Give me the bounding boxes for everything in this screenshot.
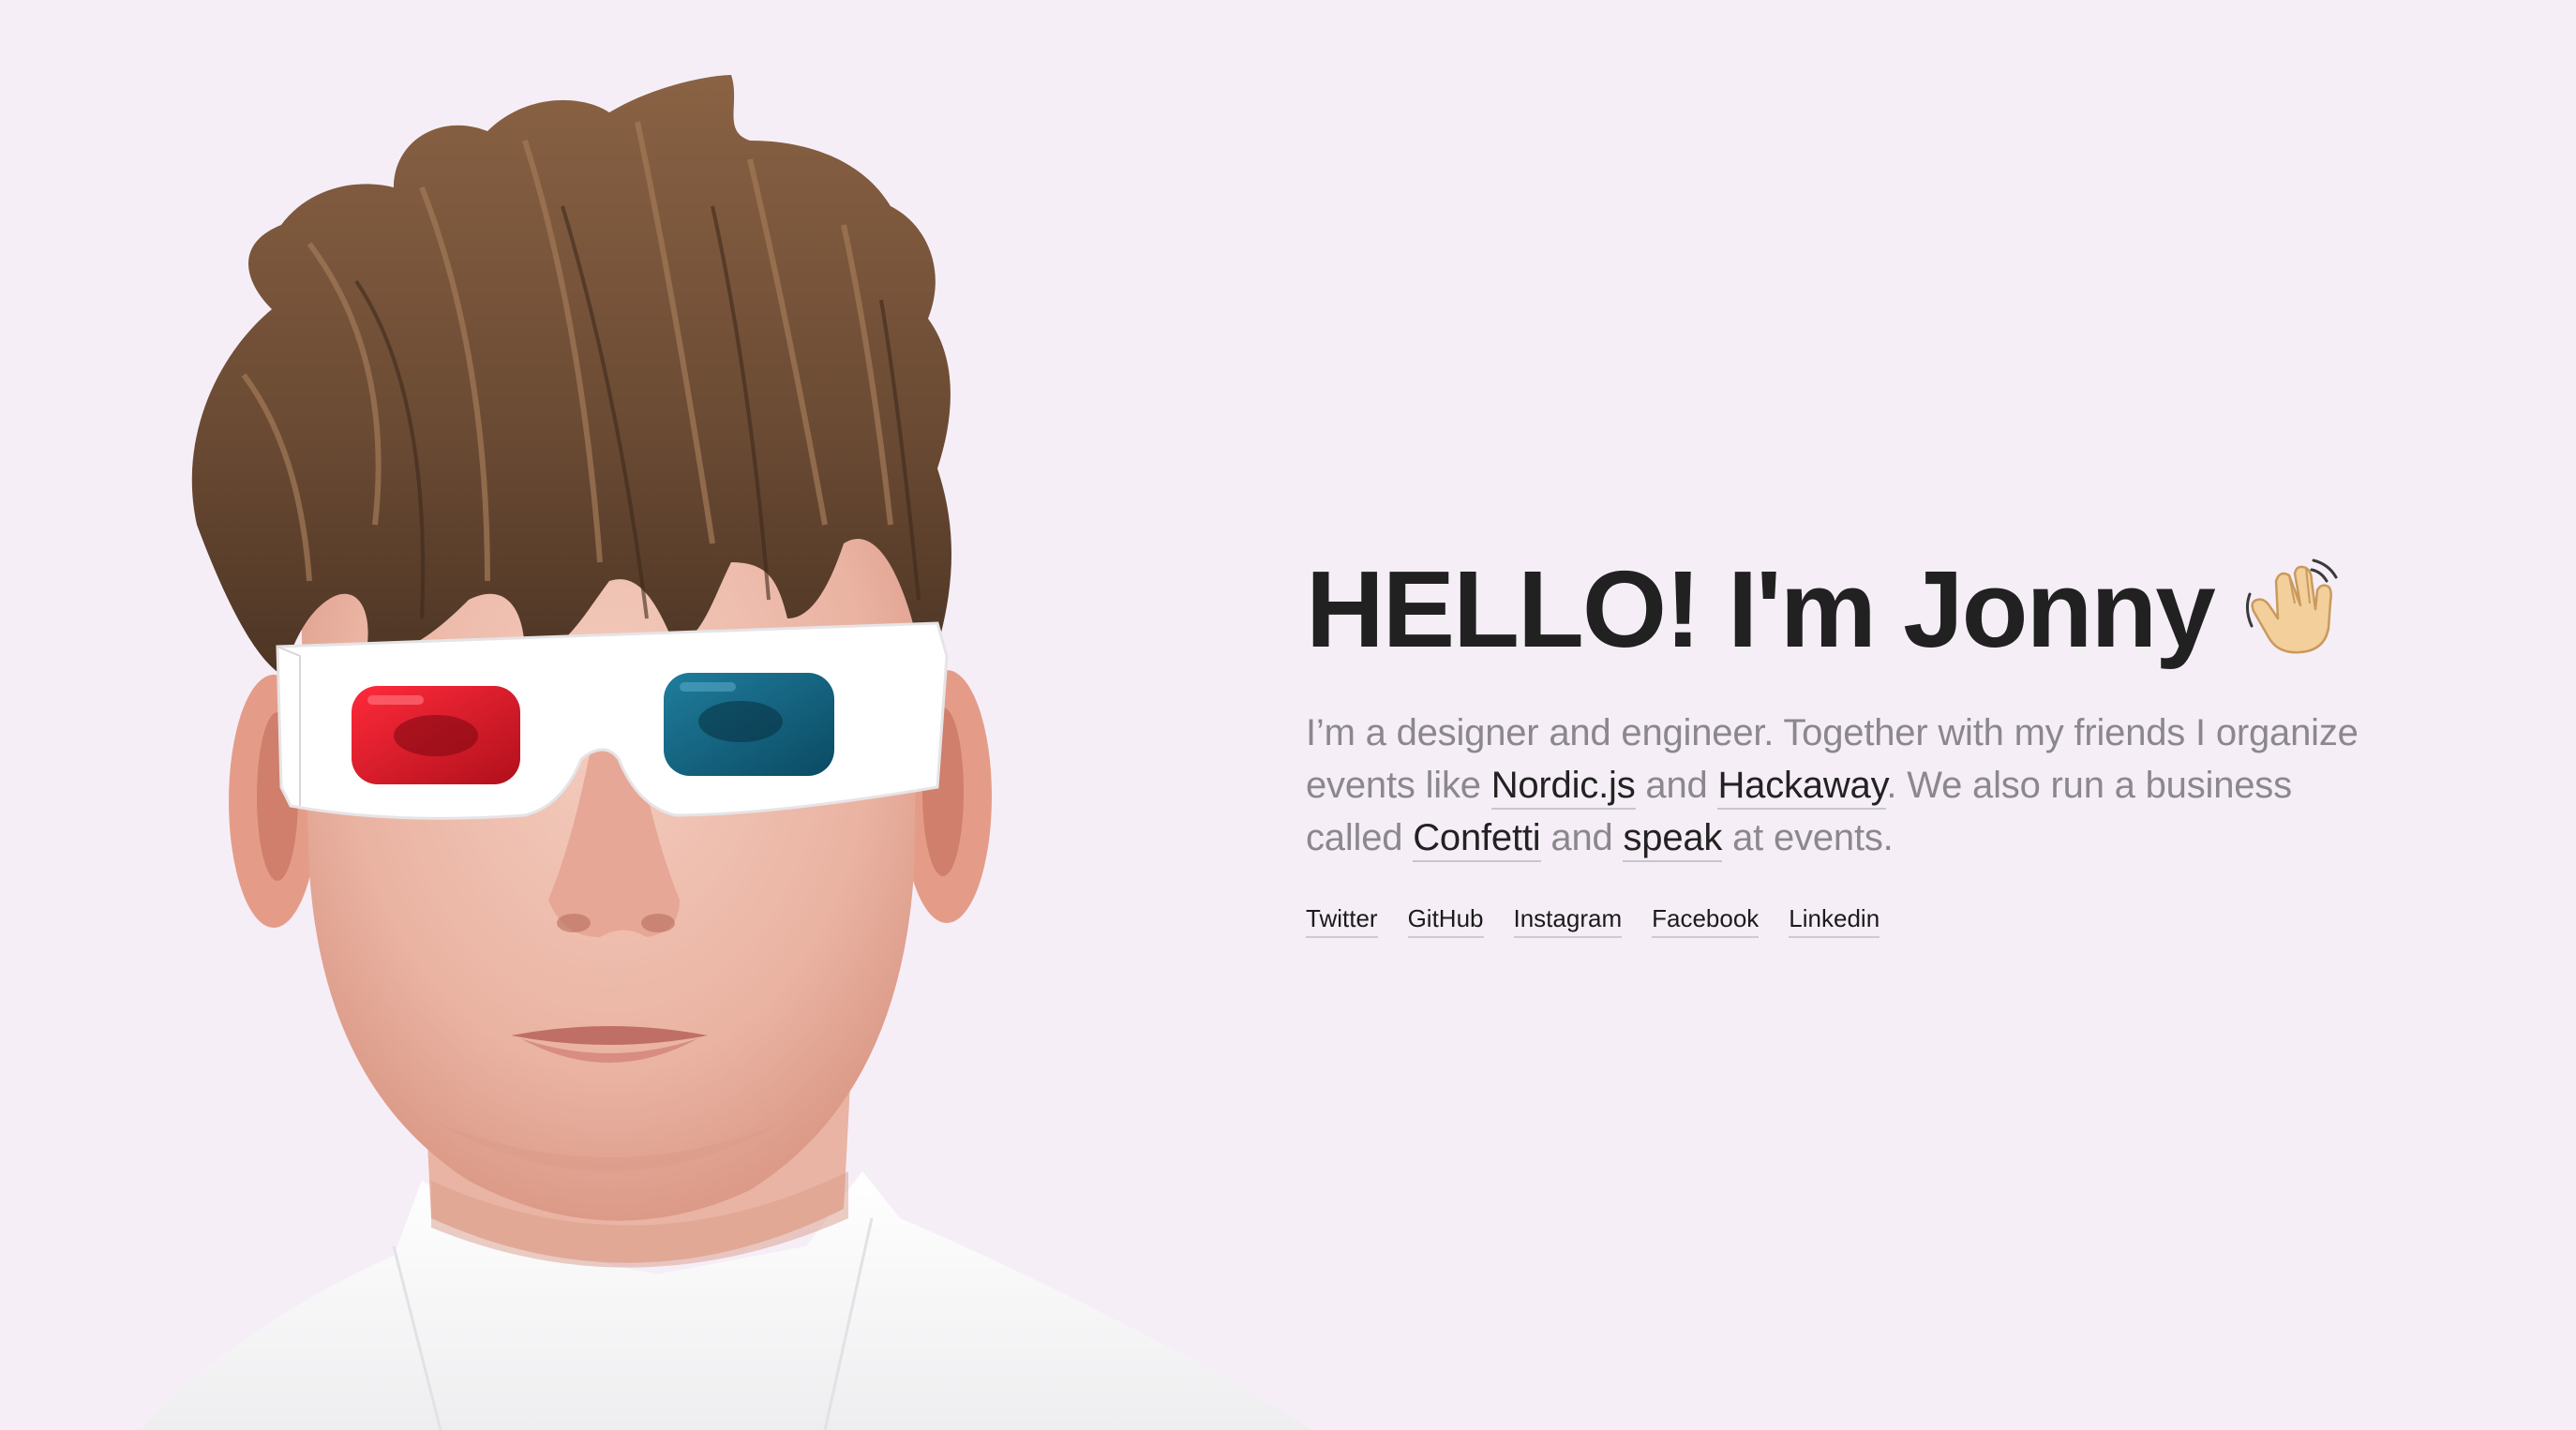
page-title: HELLO! I'm Jonny (1306, 545, 2393, 673)
nordicjs-link[interactable]: Nordic.js (1490, 765, 1636, 810)
hackaway-link[interactable]: Hackaway (1717, 765, 1887, 810)
github-link[interactable]: GitHub (1407, 901, 1484, 938)
linkedin-link[interactable]: Linkedin (1789, 901, 1880, 938)
twitter-link[interactable]: Twitter (1306, 901, 1378, 938)
bio-text: and (1540, 817, 1624, 858)
greeting-text: HELLO! I'm Jonny (1306, 548, 2216, 670)
portrait-image (0, 0, 1331, 1430)
speak-link[interactable]: speak (1623, 817, 1722, 862)
waving-hand-icon (2239, 553, 2344, 658)
bio-text: at events. (1722, 817, 1894, 858)
facebook-link[interactable]: Facebook (1652, 901, 1760, 938)
instagram-link[interactable]: Instagram (1513, 901, 1623, 938)
bio-paragraph: I’m a designer and engineer. Together wi… (1306, 707, 2393, 864)
social-links: Twitter GitHub Instagram Facebook Linked… (1306, 901, 2393, 938)
bio-text: and (1635, 765, 1718, 806)
confetti-link[interactable]: Confetti (1413, 817, 1541, 862)
intro-section: HELLO! I'm Jonny I’m a designer and engi… (1306, 545, 2393, 938)
